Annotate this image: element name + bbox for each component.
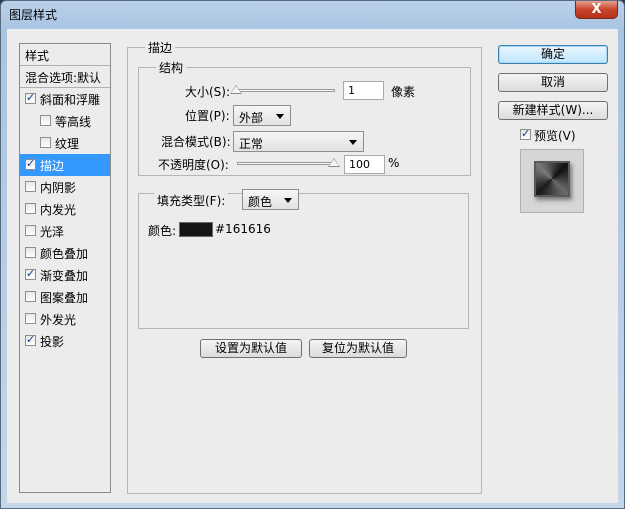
fill-group	[138, 193, 469, 329]
color-swatch[interactable]	[179, 222, 213, 237]
stroke-label: 描边	[40, 159, 65, 173]
contour-checkbox[interactable]	[40, 115, 51, 126]
structure-group-title: 结构	[156, 59, 187, 76]
styles-header-label: 样式	[25, 49, 50, 63]
gradient-overlay-label: 渐变叠加	[40, 269, 89, 283]
pattern-overlay-checkbox[interactable]	[25, 291, 36, 302]
blend-mode-select-value: 正常	[239, 137, 264, 151]
styles-header[interactable]: 样式	[20, 44, 110, 66]
size-unit: 像素	[391, 85, 416, 99]
dialog-body: 样式 混合选项:默认 斜面和浮雕等高线纹理描边内阴影内发光光泽颜色叠加渐变叠加图…	[7, 29, 618, 503]
style-item-drop-shadow[interactable]: 投影	[20, 330, 110, 352]
preview-checkbox[interactable]	[520, 127, 531, 140]
bevel-emboss-label: 斜面和浮雕	[40, 93, 101, 107]
reset-default-button[interactable]: 复位为默认值	[309, 339, 407, 358]
color-hex: #161616	[215, 222, 271, 236]
style-item-inner-glow[interactable]: 内发光	[20, 198, 110, 220]
stroke-group-title: 描边	[145, 39, 176, 56]
contour-label: 等高线	[55, 115, 92, 129]
opacity-unit: %	[388, 156, 400, 170]
inner-shadow-checkbox[interactable]	[25, 181, 36, 192]
style-item-satin[interactable]: 光泽	[20, 220, 110, 242]
style-preview	[520, 149, 584, 213]
opacity-slider-thumb[interactable]	[328, 158, 340, 167]
style-item-texture[interactable]: 纹理	[20, 132, 110, 154]
style-item-contour[interactable]: 等高线	[20, 110, 110, 132]
blend-mode-label: 混合模式(B):	[161, 135, 231, 149]
satin-label: 光泽	[40, 225, 65, 239]
style-item-bevel-emboss[interactable]: 斜面和浮雕	[20, 88, 110, 110]
color-overlay-label: 颜色叠加	[40, 247, 89, 261]
set-default-button[interactable]: 设置为默认值	[200, 339, 302, 358]
title-bar[interactable]: 图层样式 X	[1, 1, 624, 27]
texture-label: 纹理	[55, 137, 80, 151]
style-item-outer-glow[interactable]: 外发光	[20, 308, 110, 330]
pattern-overlay-label: 图案叠加	[40, 291, 89, 305]
cancel-button[interactable]: 取消	[498, 73, 608, 92]
window-title: 图层样式	[9, 8, 58, 22]
blend-mode-select[interactable]: 正常	[233, 131, 364, 152]
close-button[interactable]: X	[575, 1, 618, 19]
outer-glow-checkbox[interactable]	[25, 313, 36, 324]
style-item-inner-shadow[interactable]: 内阴影	[20, 176, 110, 198]
position-select-value: 外部	[239, 111, 264, 125]
texture-checkbox[interactable]	[40, 137, 51, 148]
blend-options-item[interactable]: 混合选项:默认	[20, 66, 110, 88]
satin-checkbox[interactable]	[25, 225, 36, 236]
ok-button[interactable]: 确定	[498, 45, 608, 64]
styles-list: 样式 混合选项:默认 斜面和浮雕等高线纹理描边内阴影内发光光泽颜色叠加渐变叠加图…	[19, 43, 111, 493]
style-item-color-overlay[interactable]: 颜色叠加	[20, 242, 110, 264]
chevron-down-icon	[349, 140, 357, 145]
chevron-down-icon	[276, 114, 284, 119]
outer-glow-label: 外发光	[40, 313, 77, 327]
layer-style-dialog: 图层样式 X 样式 混合选项:默认 斜面和浮雕等高线纹理描边内阴影内发光光泽颜色…	[0, 0, 625, 509]
new-style-button[interactable]: 新建样式(W)...	[498, 101, 608, 120]
stroke-checkbox[interactable]	[25, 157, 36, 170]
inner-shadow-label: 内阴影	[40, 181, 77, 195]
fill-type-select-value: 颜色	[248, 195, 273, 209]
close-icon: X	[591, 2, 602, 17]
preview-thumbnail	[534, 161, 570, 197]
blend-options-label: 混合选项:默认	[25, 71, 102, 85]
position-label: 位置(P):	[185, 109, 230, 123]
size-slider-thumb[interactable]	[230, 85, 242, 94]
drop-shadow-checkbox[interactable]	[25, 333, 36, 346]
size-slider-track[interactable]	[233, 89, 335, 92]
style-item-pattern-overlay[interactable]: 图案叠加	[20, 286, 110, 308]
drop-shadow-label: 投影	[40, 335, 65, 349]
preview-label: 预览(V)	[534, 129, 576, 143]
position-select[interactable]: 外部	[233, 105, 291, 126]
fill-type-select[interactable]: 颜色	[242, 189, 299, 210]
fill-type-label: 填充类型(F):	[154, 192, 229, 209]
style-item-stroke[interactable]: 描边	[20, 154, 110, 176]
opacity-label: 不透明度(O):	[158, 158, 229, 172]
inner-glow-label: 内发光	[40, 203, 77, 217]
color-overlay-checkbox[interactable]	[25, 247, 36, 258]
color-label: 颜色:	[148, 224, 177, 238]
bevel-emboss-checkbox[interactable]	[25, 91, 36, 104]
inner-glow-checkbox[interactable]	[25, 203, 36, 214]
chevron-down-icon	[284, 198, 292, 203]
style-item-gradient-overlay[interactable]: 渐变叠加	[20, 264, 110, 286]
gradient-overlay-checkbox[interactable]	[25, 267, 36, 280]
opacity-slider-track[interactable]	[237, 162, 337, 165]
size-label: 大小(S):	[185, 85, 231, 99]
size-input[interactable]: 1	[343, 81, 384, 100]
opacity-input[interactable]: 100	[344, 155, 385, 174]
